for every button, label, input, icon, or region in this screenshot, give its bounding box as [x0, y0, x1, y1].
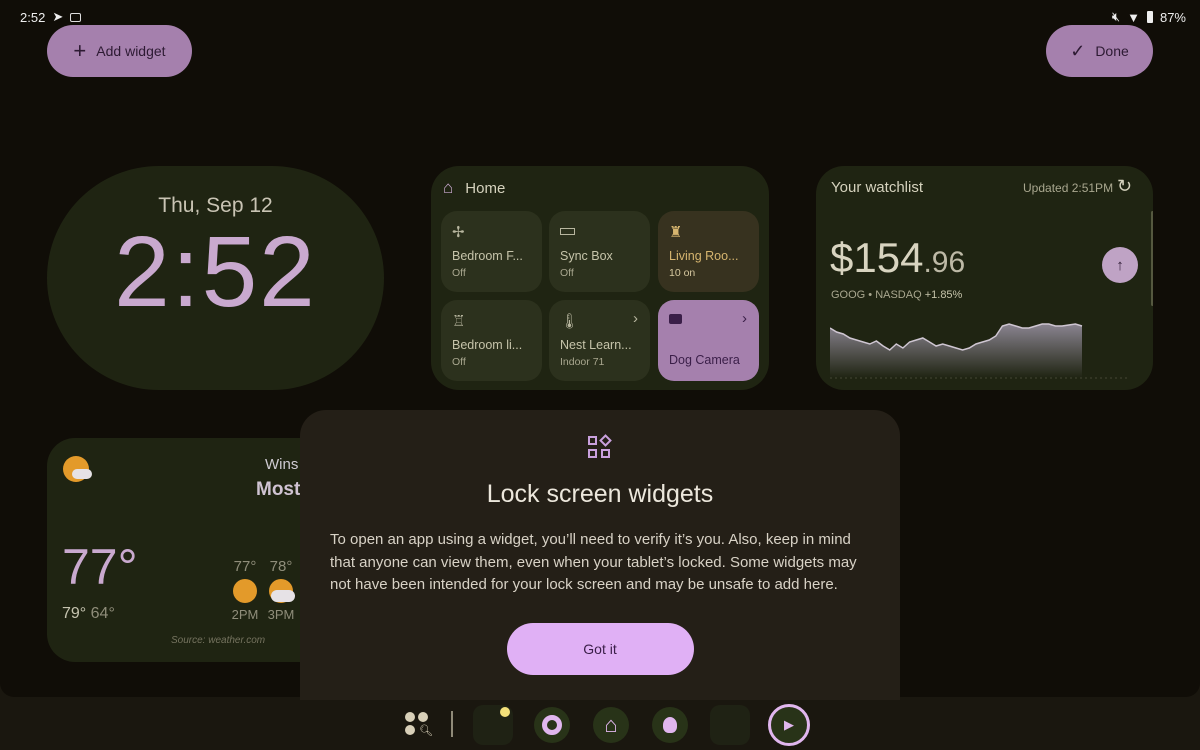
status-bar-right: 🔇︎ ▼ 87% [1112, 9, 1186, 25]
google-home-app-icon[interactable]: ⌂ [593, 707, 629, 743]
widgets-icon [588, 434, 612, 460]
lightbulb-icon[interactable] [652, 707, 688, 743]
tile-status: Off [560, 267, 574, 279]
weather-location: Wins [265, 456, 299, 473]
app-folder-icon[interactable] [473, 705, 513, 745]
news-icon [70, 12, 82, 22]
stock-change: +1.85% [924, 289, 963, 301]
chevron-right-icon: › [633, 310, 638, 327]
status-bar-left: 2:52 ➤ [20, 9, 82, 25]
watchlist-widget[interactable]: Your watchlist Updated 2:51PM ↻ $154.96 … [816, 166, 1153, 390]
thermometer-icon: 🌡︎ [560, 313, 580, 330]
clock-date: Thu, Sep 12 [158, 194, 273, 217]
got-it-button[interactable]: Got it [506, 622, 694, 675]
tile-name: Bedroom li... [452, 338, 523, 352]
device-tile-sync-box[interactable]: Sync Box Off [549, 211, 650, 292]
wifi-icon: ▼ [1127, 9, 1140, 25]
arrow-up-icon: ↑ [1116, 256, 1124, 274]
lock-screen-widgets-dialog: Lock screen widgets To open an app using… [300, 410, 900, 700]
plus-icon: + [73, 38, 87, 63]
tile-status: Off [452, 267, 466, 279]
weather-source: Source: weather.com [171, 635, 266, 646]
tile-name: Living Roo... [669, 249, 739, 263]
camera-icon [669, 314, 682, 324]
partly-cloudy-icon [63, 456, 92, 482]
tile-name: Dog Camera [669, 353, 740, 367]
home-widget[interactable]: ⌂ Home ✢ Bedroom F... Off Sync Box Off ♜… [431, 166, 769, 390]
partly-cloudy-icon [269, 579, 295, 603]
taskbar-divider [451, 711, 453, 737]
tile-name: Nest Learn... [560, 338, 632, 352]
sync-box-icon [560, 228, 575, 235]
add-widget-label: Add widget [96, 43, 166, 59]
device-tile-bedroom-fan[interactable]: ✢ Bedroom F... Off [441, 211, 542, 292]
telegram-icon: ➤ [52, 9, 64, 24]
dialog-title: Lock screen widgets [486, 480, 714, 508]
high-low: 79° 64° [62, 605, 115, 622]
done-label: Done [1095, 43, 1129, 59]
tile-status: Indoor 71 [560, 356, 605, 368]
dialog-body: To open an app using a widget, you’ll ne… [330, 531, 857, 593]
chrome-icon[interactable] [534, 707, 570, 743]
tile-status: Off [452, 356, 466, 368]
mute-icon: 🔇︎ [1111, 9, 1121, 24]
hourly-2pm: 77° 2PM [231, 558, 259, 622]
home-title: Home [465, 179, 506, 197]
sunny-icon [233, 579, 257, 603]
lamp-icon: ♜ [669, 224, 683, 241]
google-home-icon: ⌂ [443, 178, 454, 197]
device-tile-living-room[interactable]: ♜ Living Roo... 10 on [658, 211, 759, 292]
stock-price: $154.96 [830, 234, 966, 281]
battery-level: 87% [1159, 9, 1186, 25]
chevron-right-icon: › [742, 310, 747, 327]
add-widget-button[interactable]: + Add widget [47, 25, 192, 77]
lamp-icon: ♖ [452, 313, 466, 330]
device-tile-bedroom-lights[interactable]: ♖ Bedroom li... Off [441, 300, 542, 381]
current-temp: 77° [62, 539, 138, 595]
done-button[interactable]: ✓ Done [1046, 25, 1153, 77]
watchlist-title: Your watchlist [831, 179, 923, 196]
tile-name: Sync Box [560, 249, 613, 263]
trend-up-button[interactable]: ↑ [1102, 247, 1138, 283]
fan-icon: ✢ [452, 224, 465, 241]
tile-status: 10 on [669, 267, 696, 279]
clock-widget[interactable]: Thu, Sep 12 2:52 [47, 166, 384, 390]
stock-ticker: GOOG • NASDAQ +1.85% [831, 289, 963, 301]
media-apps-folder-icon[interactable] [710, 705, 750, 745]
device-tile-dog-camera[interactable]: › Dog Camera [658, 300, 759, 381]
device-tile-nest-thermostat[interactable]: 🌡︎ › Nest Learn... Indoor 71 [549, 300, 650, 381]
clock-time: 2:52 [114, 216, 317, 328]
app-drawer-icon[interactable]: 🔍︎ [405, 712, 433, 738]
youtube-icon[interactable]: ▶ [768, 704, 810, 746]
tile-name: Bedroom F... [452, 249, 523, 263]
got-it-label: Got it [583, 640, 617, 657]
status-time: 2:52 [20, 9, 46, 25]
sparkline-area [830, 324, 1082, 378]
battery-icon [1146, 11, 1153, 23]
refresh-icon[interactable]: ↻ [1117, 176, 1132, 197]
scrollbar[interactable] [1151, 211, 1153, 306]
stock-sparkline [830, 323, 1130, 379]
check-icon: ✓ [1070, 40, 1086, 61]
weather-condition: Most [256, 479, 301, 500]
updated-time: Updated 2:51PM [1023, 181, 1114, 195]
hourly-3pm: 78° 3PM [267, 558, 295, 622]
